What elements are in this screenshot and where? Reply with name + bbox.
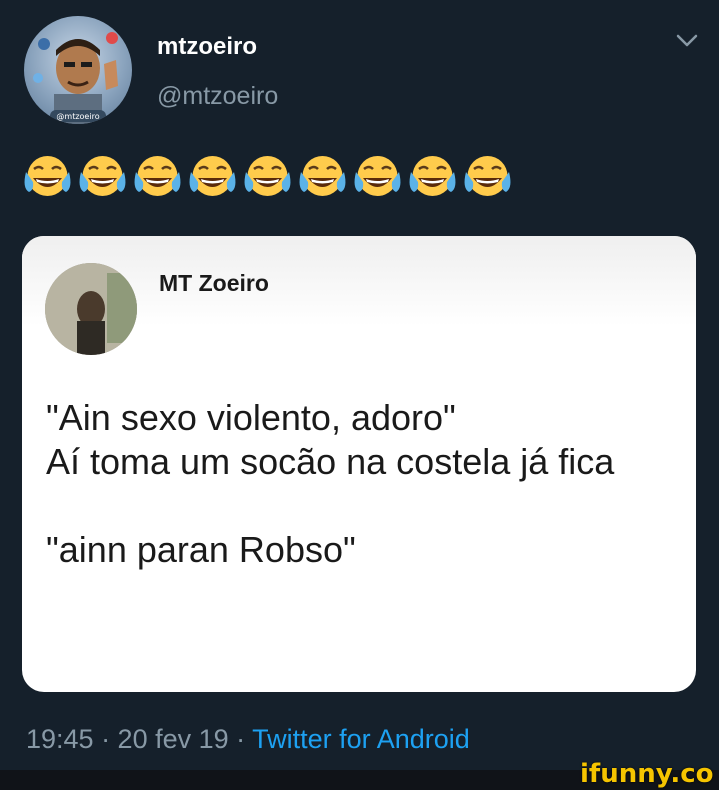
tweet-text [22, 152, 513, 200]
laughing-emoji-icon [464, 156, 511, 196]
quoted-text-line: "ainn paran Robso" [46, 529, 356, 570]
ifunny-watermark: ifunny.co [580, 759, 714, 789]
laughing-emoji-icon [189, 156, 236, 196]
quoted-text-line: Aí toma um socão na costela já fica [46, 441, 615, 482]
tweet-timestamp[interactable]: 19:45 · 20 fev 19 · [26, 724, 252, 754]
quoted-tweet-text: "Ain sexo violento, adoro" Aí toma um so… [46, 396, 686, 572]
laughing-emoji-icon [299, 156, 346, 196]
tweet-source-link[interactable]: Twitter for Android [252, 724, 470, 754]
laughing-emoji-icon [134, 156, 181, 196]
laughing-emoji-icon [244, 156, 291, 196]
chevron-down-icon[interactable] [674, 30, 700, 50]
quoted-avatar-image [45, 263, 137, 355]
quoted-author-avatar[interactable] [45, 263, 137, 355]
laughing-emoji-icon [354, 156, 401, 196]
quoted-tweet-card[interactable]: MT Zoeiro "Ain sexo violento, adoro" Aí … [22, 236, 696, 692]
quoted-text-line: "Ain sexo violento, adoro" [46, 397, 456, 438]
author-handle[interactable]: @mtzoeiro [157, 82, 278, 111]
avatar-image: @mtzoeiro [33, 32, 118, 124]
author-name[interactable]: mtzoeiro [157, 33, 257, 61]
laughing-emoji-icon [409, 156, 456, 196]
quoted-text-blank-line [46, 484, 686, 528]
laughing-emoji-icon [79, 156, 126, 196]
tweet-meta: 19:45 · 20 fev 19 · Twitter for Android [26, 724, 470, 755]
tweet-avatar[interactable]: @mtzoeiro [24, 16, 132, 124]
quoted-author-name[interactable]: MT Zoeiro [159, 270, 269, 297]
avatar-badge-text: @mtzoeiro [56, 112, 99, 121]
laughing-emoji-icon [24, 156, 71, 196]
